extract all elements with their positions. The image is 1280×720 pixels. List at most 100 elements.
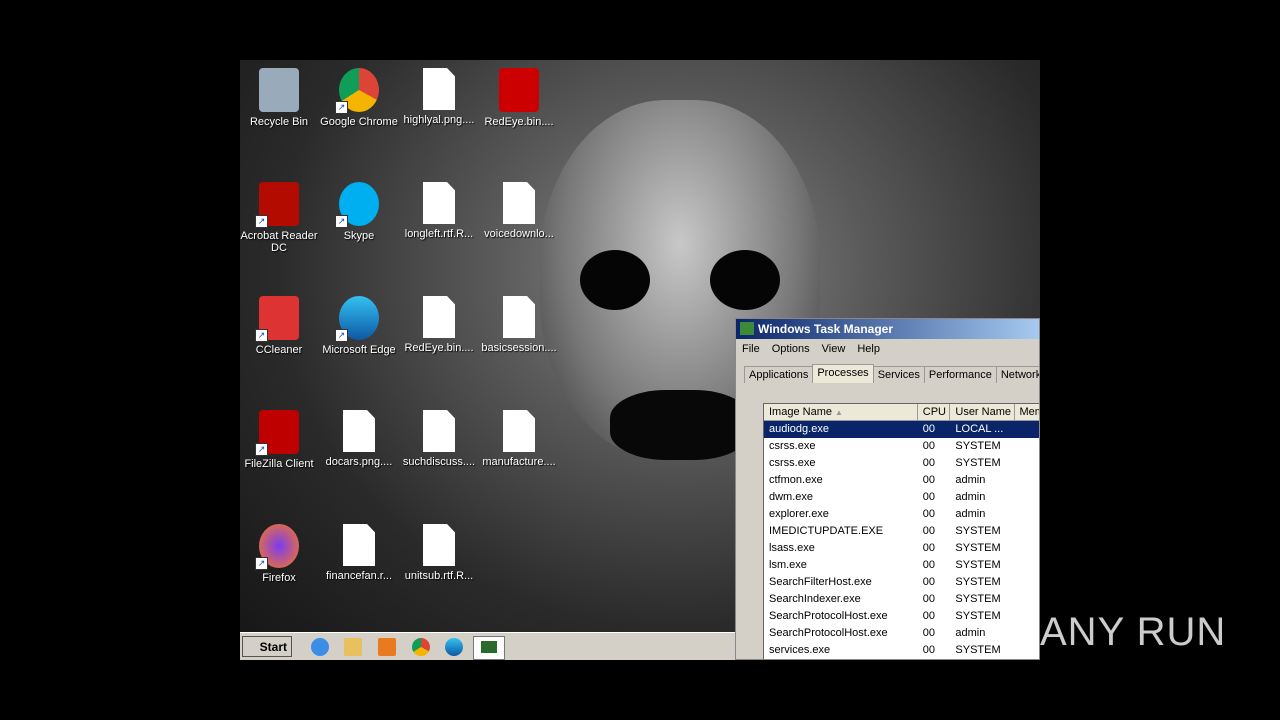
ie-icon[interactable] xyxy=(311,638,329,656)
tab-bar: Applications Processes Services Performance… xyxy=(744,364,1039,385)
tab-processes[interactable]: Processes xyxy=(812,364,874,383)
process-cell: 00 xyxy=(922,440,936,452)
menu-file[interactable]: File xyxy=(742,343,760,355)
desktop-icon[interactable]: ↗ Firefox xyxy=(240,524,319,584)
shortcut-arrow-icon: ↗ xyxy=(335,101,348,114)
wallpaper-eye xyxy=(580,250,650,310)
chrome-icon[interactable] xyxy=(412,638,430,656)
process-cell xyxy=(1015,506,1039,523)
process-row[interactable]: SearchProtocolHost.exe 00 SYSTEM xyxy=(764,608,1039,625)
desktop-icon[interactable]: ↗ Microsoft Edge xyxy=(319,296,399,356)
desktop-icon[interactable]: basicsession.... xyxy=(479,296,559,354)
doc-icon xyxy=(343,410,375,452)
tab-applications[interactable]: Applications xyxy=(744,366,814,383)
tab-services[interactable]: Services xyxy=(872,366,925,383)
column-image-name[interactable]: Image Name ▲ xyxy=(764,404,918,420)
column-memory[interactable]: Mem xyxy=(1015,404,1040,420)
doc-icon xyxy=(423,182,455,224)
skype-icon: ↗ xyxy=(335,182,379,228)
icon-label: docars.png.... xyxy=(325,456,393,468)
desktop-icon[interactable]: ↗ Google Chrome xyxy=(319,68,399,128)
process-row[interactable]: SearchProtocolHost.exe 00 admin xyxy=(764,625,1039,642)
process-cell: 00 xyxy=(922,508,936,520)
process-row[interactable]: ctfmon.exe 00 admin xyxy=(764,472,1039,489)
process-row[interactable]: SearchIndexer.exe 00 SYSTEM xyxy=(764,591,1039,608)
shortcut-arrow-icon: ↗ xyxy=(255,329,268,342)
monitor-icon xyxy=(481,641,497,653)
process-cell: LOCAL ... xyxy=(955,423,1004,435)
process-cell xyxy=(1015,540,1039,557)
desktop-icon[interactable]: RedEye.bin.... xyxy=(479,68,559,128)
desktop-icon[interactable]: financefan.r... xyxy=(319,524,399,582)
icon-label: Acrobat Reader DC xyxy=(240,230,318,254)
process-row[interactable]: SearchFilterHost.exe 00 SYSTEM xyxy=(764,574,1039,591)
process-row[interactable]: services.exe 00 SYSTEM xyxy=(764,642,1039,659)
process-cell xyxy=(1015,523,1039,540)
column-cpu[interactable]: CPU xyxy=(918,404,951,420)
process-cell: SYSTEM xyxy=(955,525,1001,537)
doc-icon xyxy=(503,296,535,338)
firefox-icon: ↗ xyxy=(255,524,299,570)
start-button[interactable]: Start xyxy=(242,636,292,657)
icon-label: RedEye.bin.... xyxy=(404,342,474,354)
process-row[interactable]: csrss.exe 00 SYSTEM xyxy=(764,438,1039,455)
process-cell: 00 xyxy=(922,576,936,588)
process-cell: 00 xyxy=(922,627,936,639)
folder-icon[interactable] xyxy=(344,638,362,656)
shortcut-arrow-icon: ↗ xyxy=(255,557,268,570)
process-cell: 00 xyxy=(922,525,936,537)
process-row[interactable]: IMEDICTUPDATE.EXE 00 SYSTEM xyxy=(764,523,1039,540)
task-manager-icon xyxy=(740,322,754,335)
task-manager-taskbar-button[interactable] xyxy=(473,636,505,660)
media-player-icon[interactable] xyxy=(378,638,396,656)
menu-options[interactable]: Options xyxy=(772,343,810,355)
icon-label: Skype xyxy=(343,230,375,242)
process-cell xyxy=(1015,489,1039,506)
process-row[interactable]: explorer.exe 00 admin xyxy=(764,506,1039,523)
tab-performance[interactable]: Performance xyxy=(923,366,997,383)
icon-label: basicsession.... xyxy=(481,342,557,354)
edge-icon[interactable] xyxy=(445,638,463,656)
task-manager-window: Windows Task Manager File Options View Help… xyxy=(735,318,1040,660)
process-cell: 00 xyxy=(922,610,936,622)
menu-view[interactable]: View xyxy=(822,343,846,355)
process-cell: IMEDICTUPDATE.EXE xyxy=(769,525,884,537)
desktop-icon[interactable]: highlyal.png.... xyxy=(399,68,479,126)
desktop-icon[interactable]: ↗ FileZilla Client xyxy=(240,410,319,470)
icon-label: Recycle Bin xyxy=(249,116,309,128)
process-cell: lsass.exe xyxy=(769,542,815,554)
icon-label: Firefox xyxy=(262,572,296,584)
tab-networking[interactable]: Networking xyxy=(995,366,1039,383)
process-cell: SYSTEM xyxy=(955,610,1001,622)
acrobat-icon: ↗ xyxy=(255,182,299,228)
process-row[interactable]: lsm.exe 00 SYSTEM xyxy=(764,557,1039,574)
icon-label: suchdiscuss.... xyxy=(402,456,476,468)
process-row[interactable]: dwm.exe 00 admin xyxy=(764,489,1039,506)
desktop-icon[interactable]: suchdiscuss.... xyxy=(399,410,479,468)
icon-label: manufacture.... xyxy=(482,456,556,468)
desktop-icon[interactable]: voicedownlo... xyxy=(479,182,559,240)
process-row[interactable]: audiodg.exe 00 LOCAL ... xyxy=(764,421,1039,438)
shortcut-arrow-icon: ↗ xyxy=(335,329,348,342)
icon-label: voicedownlo... xyxy=(484,228,554,240)
process-cell: admin xyxy=(955,474,986,486)
desktop-icon[interactable]: Recycle Bin xyxy=(240,68,319,128)
desktop-icon[interactable]: ↗ Acrobat Reader DC xyxy=(240,182,319,254)
desktop-icon[interactable]: longleft.rtf.R... xyxy=(399,182,479,240)
column-user-name[interactable]: User Name xyxy=(950,404,1015,420)
icon-label: CCleaner xyxy=(255,344,303,356)
desktop-icon[interactable]: docars.png.... xyxy=(319,410,399,468)
process-row[interactable]: lsass.exe 00 SYSTEM xyxy=(764,540,1039,557)
process-cell xyxy=(1015,574,1039,591)
desktop-icon[interactable]: unitsub.rtf.R... xyxy=(399,524,479,582)
process-row[interactable]: csrss.exe 00 SYSTEM xyxy=(764,455,1039,472)
desktop-icon[interactable]: RedEye.bin.... xyxy=(399,296,479,354)
menu-help[interactable]: Help xyxy=(857,343,880,355)
desktop-icon[interactable]: manufacture.... xyxy=(479,410,559,468)
process-cell xyxy=(1015,557,1039,574)
title-bar[interactable]: Windows Task Manager xyxy=(736,319,1039,339)
process-cell: SearchProtocolHost.exe xyxy=(769,610,888,622)
process-cell: 00 xyxy=(922,593,936,605)
desktop-icon[interactable]: ↗ CCleaner xyxy=(240,296,319,356)
desktop-icon[interactable]: ↗ Skype xyxy=(319,182,399,242)
